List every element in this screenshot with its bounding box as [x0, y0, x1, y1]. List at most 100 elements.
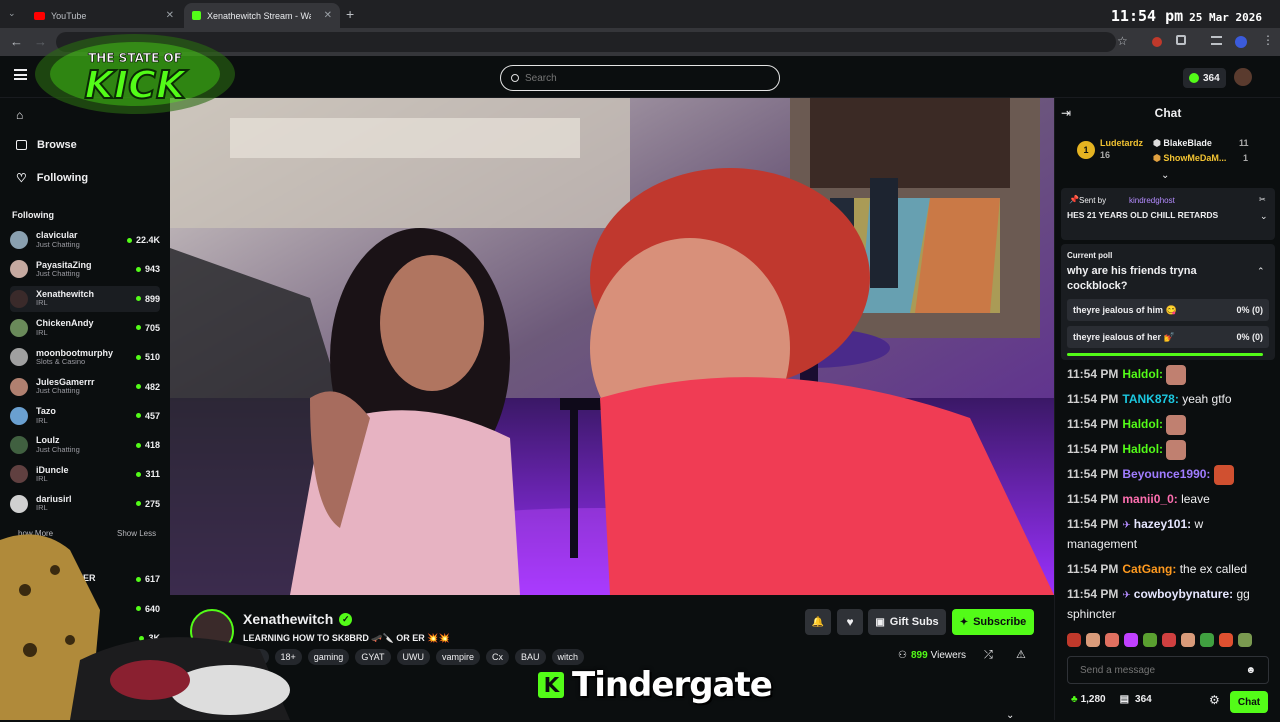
footer-points[interactable]: 1,280: [1081, 694, 1106, 705]
bookmark-star-icon[interactable]: ☆: [1117, 34, 1128, 48]
chevron-down-icon[interactable]: ⌄: [1006, 710, 1014, 721]
chat-message: 11:54 PM TANK878: yeah gtfo: [1067, 390, 1272, 408]
caption-text: Tindergate: [572, 665, 773, 705]
search-box[interactable]: [500, 65, 780, 91]
tab-search-icon[interactable]: ⌄: [8, 8, 20, 20]
chat-panel: ⇥ Chat 1 Ludetardz 16 ⬢ BlakeBlade 11 ⬢ …: [1054, 98, 1280, 720]
extension-icon[interactable]: [1152, 37, 1162, 47]
collapse-poll-icon[interactable]: ⌃: [1257, 266, 1265, 277]
leader-name[interactable]: BlakeBlade: [1163, 138, 1212, 148]
close-icon[interactable]: ✕: [324, 10, 332, 21]
leader-count: 16: [1100, 149, 1111, 160]
extensions-puzzle-icon[interactable]: [1176, 35, 1186, 45]
emoji-icon[interactable]: ☻: [1245, 665, 1256, 676]
emote-icon[interactable]: [1200, 633, 1214, 647]
sent-by-label: Sent by: [1079, 196, 1107, 205]
message-username[interactable]: Haldol:: [1122, 367, 1163, 381]
emote-icon[interactable]: [1124, 633, 1138, 647]
profile-avatar[interactable]: [1235, 36, 1247, 48]
stream-tag[interactable]: Cx: [486, 649, 510, 665]
stream-tag[interactable]: vampire: [436, 649, 481, 665]
footer-count[interactable]: 364: [1135, 694, 1152, 705]
poll-option[interactable]: theyre jealous of her 💅 0% (0): [1067, 326, 1269, 348]
emote-icon[interactable]: [1162, 633, 1176, 647]
leader-name[interactable]: Ludetardz: [1100, 138, 1143, 150]
emote-icon[interactable]: [1105, 633, 1119, 647]
close-icon[interactable]: ✕: [166, 10, 174, 21]
leader-name[interactable]: ShowMeDaM...: [1163, 153, 1226, 163]
message-username[interactable]: Haldol:: [1122, 442, 1163, 456]
channel-viewers: 418: [135, 440, 160, 450]
message-username[interactable]: cowboybynature:: [1134, 587, 1233, 601]
stream-tag[interactable]: UWU: [396, 649, 430, 665]
sidebar-channel[interactable]: moonbootmurphy Slots & Casino 510: [10, 344, 160, 370]
chevron-down-icon[interactable]: ⌄: [1260, 211, 1268, 222]
sidebar-channel[interactable]: Xenathewitch IRL 899: [10, 285, 160, 312]
send-chat-button[interactable]: Chat: [1230, 691, 1268, 713]
sidebar-channel[interactable]: JulesGamerrr Just Chatting 482: [10, 374, 160, 400]
emote-icon[interactable]: [1181, 633, 1195, 647]
stream-tag[interactable]: witch: [551, 649, 585, 665]
hamburger-menu-icon[interactable]: [14, 69, 27, 80]
points-icon: ♣: [1071, 694, 1078, 705]
stream-tag[interactable]: BAU: [515, 649, 546, 665]
heart-icon: ♥: [846, 615, 854, 629]
message-input[interactable]: [1080, 664, 1240, 676]
stream-tag[interactable]: GYAT: [355, 649, 391, 665]
user-avatar[interactable]: [1234, 68, 1252, 86]
sidebar-channel[interactable]: Loulz Just Chatting 418: [10, 432, 160, 458]
message-username[interactable]: TANK878:: [1122, 392, 1178, 406]
subscribe-button[interactable]: ✦ Subscribe: [952, 609, 1034, 635]
pinned-sender[interactable]: kindredghost: [1129, 196, 1175, 205]
message-username[interactable]: Beyounce1990:: [1122, 467, 1210, 481]
message-username[interactable]: Haldol:: [1122, 417, 1163, 431]
message-box[interactable]: ☻: [1067, 656, 1269, 684]
sidebar-channel[interactable]: iDuncle IRL 311: [10, 461, 160, 487]
sidebar-channel[interactable]: Tazo IRL 457: [10, 403, 160, 429]
nav-home[interactable]: ⌂: [16, 108, 23, 122]
viewers-value: 482: [144, 381, 160, 392]
reading-list-icon[interactable]: [1211, 36, 1222, 45]
gift-subs-button[interactable]: ▣ Gift Subs: [868, 609, 946, 635]
browser-tab-bar: ⌄ YouTube ✕ Xenathewitch Stream - Wat ✕ …: [0, 0, 1280, 28]
search-input[interactable]: [525, 72, 765, 84]
expand-leaderboard-icon[interactable]: ⌄: [1161, 170, 1169, 181]
follow-button[interactable]: ♥: [837, 609, 863, 635]
emote-icon[interactable]: [1067, 633, 1081, 647]
report-icon[interactable]: ⚠: [1016, 648, 1026, 661]
tab-youtube[interactable]: YouTube ✕: [26, 3, 182, 28]
emote-icon[interactable]: [1238, 633, 1252, 647]
message-username[interactable]: manii0_0:: [1122, 492, 1177, 506]
share-icon[interactable]: ⤮: [984, 649, 993, 662]
shield-icon: ⬢: [1153, 153, 1161, 163]
message-time: 11:54 PM: [1067, 587, 1119, 601]
message-username[interactable]: CatGang:: [1122, 562, 1176, 576]
stream-tag[interactable]: gaming: [307, 649, 350, 665]
unpin-icon[interactable]: ✂: [1259, 195, 1266, 204]
message-time: 11:54 PM: [1067, 492, 1119, 506]
tab-kick-stream[interactable]: Xenathewitch Stream - Wat ✕: [184, 3, 340, 28]
chat-settings-icon[interactable]: ⚙: [1209, 693, 1220, 707]
system-clock: 11:54 pm 25 Mar 2026: [1111, 7, 1262, 25]
sidebar-channel[interactable]: ChickenAndy IRL 705: [10, 315, 160, 341]
emote-icon[interactable]: [1219, 633, 1233, 647]
message-username[interactable]: hazey101:: [1134, 517, 1191, 531]
sidebar-channel[interactable]: clavicular Just Chatting 22.4K: [10, 227, 160, 253]
live-dot-icon: [135, 325, 141, 331]
notifications-button[interactable]: 🔔: [805, 609, 831, 635]
youtube-icon: [34, 11, 45, 20]
emote-icon[interactable]: [1143, 633, 1157, 647]
poll-option[interactable]: theyre jealous of him 😋 0% (0): [1067, 299, 1269, 321]
video-player[interactable]: [170, 98, 1054, 595]
browser-menu-icon[interactable]: ⋮: [1262, 33, 1274, 47]
nav-following[interactable]: ♡ Following: [16, 171, 88, 185]
sidebar-channel[interactable]: dariusirl IRL 275: [10, 491, 160, 517]
emote-icon[interactable]: [1086, 633, 1100, 647]
message-time: 11:54 PM: [1067, 467, 1119, 482]
kick-points-badge[interactable]: 364: [1183, 68, 1226, 88]
back-icon[interactable]: ←: [10, 34, 23, 49]
sidebar-channel[interactable]: PayasitaZing Just Chatting 943: [10, 256, 160, 282]
nav-browse[interactable]: Browse: [16, 139, 77, 151]
new-tab-button[interactable]: +: [346, 6, 354, 22]
video-caption: K Tindergate: [538, 665, 773, 705]
